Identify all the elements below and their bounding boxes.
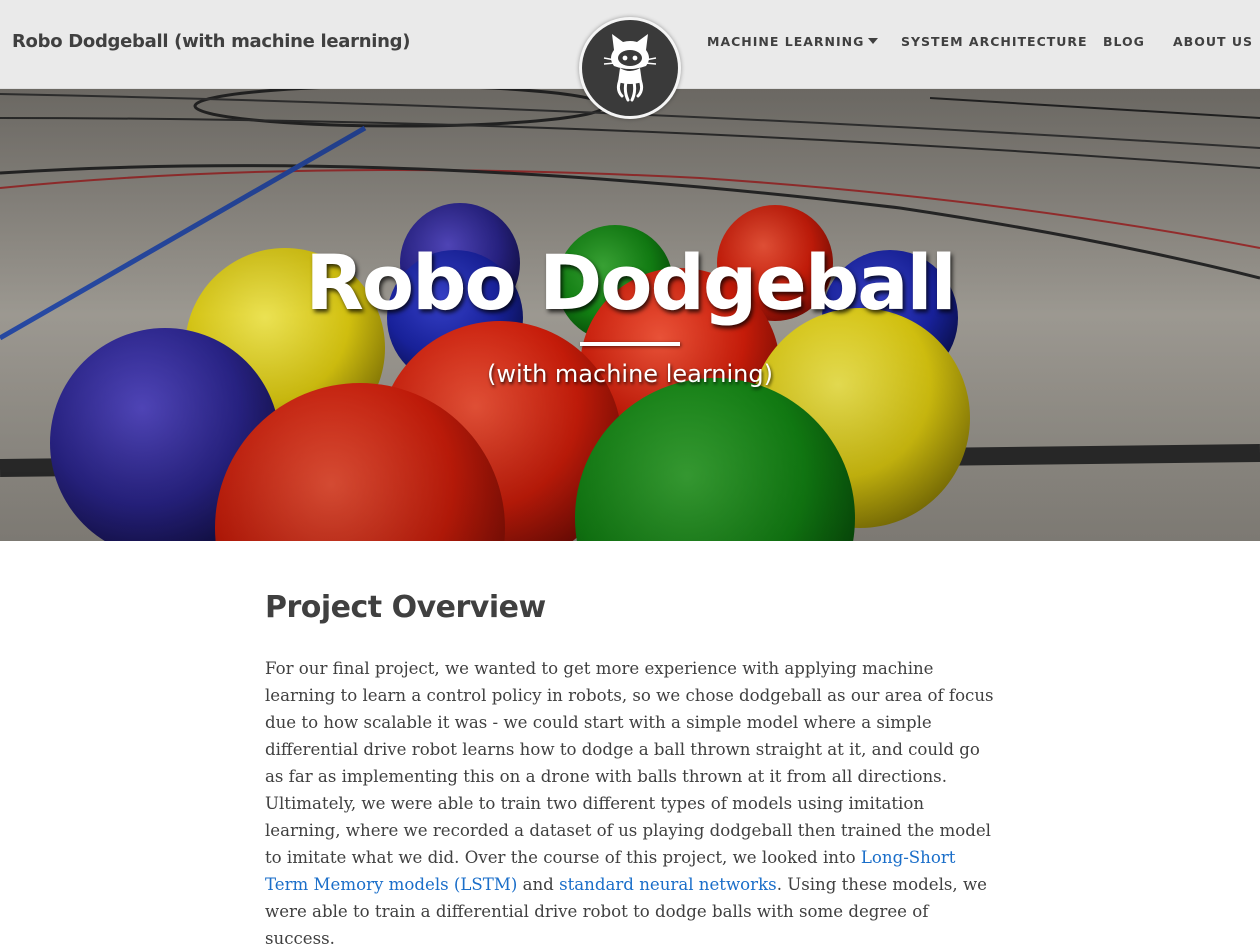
nav-machine-learning-dropdown[interactable]: MACHINE LEARNING	[707, 34, 879, 49]
hero-banner: Robo Dodgeball (with machine learning)	[0, 88, 1260, 541]
hero-title: Robo Dodgeball	[305, 238, 956, 327]
github-octocat-icon	[603, 34, 657, 102]
overview-paragraph: For our final project, we wanted to get …	[265, 655, 1000, 952]
hero-divider	[580, 342, 680, 346]
main-content: Project Overview For our final project, …	[265, 590, 1000, 952]
nav-blog[interactable]: BLOG	[1103, 34, 1145, 49]
nav-machine-learning-label: MACHINE LEARNING	[707, 34, 865, 49]
paragraph-text-2: and	[517, 875, 560, 894]
paragraph-text-1: For our final project, we wanted to get …	[265, 659, 994, 867]
avatar[interactable]	[579, 17, 681, 119]
neural-networks-link[interactable]: standard neural networks	[559, 875, 777, 894]
nav-system-architecture[interactable]: SYSTEM ARCHITECTURE	[901, 34, 1088, 49]
hero-subtitle: (with machine learning)	[487, 360, 773, 388]
section-heading: Project Overview	[265, 590, 546, 625]
avatar-inner	[582, 20, 678, 116]
caret-down-icon	[868, 38, 879, 44]
nav-about-us[interactable]: ABOUT US	[1173, 34, 1253, 49]
